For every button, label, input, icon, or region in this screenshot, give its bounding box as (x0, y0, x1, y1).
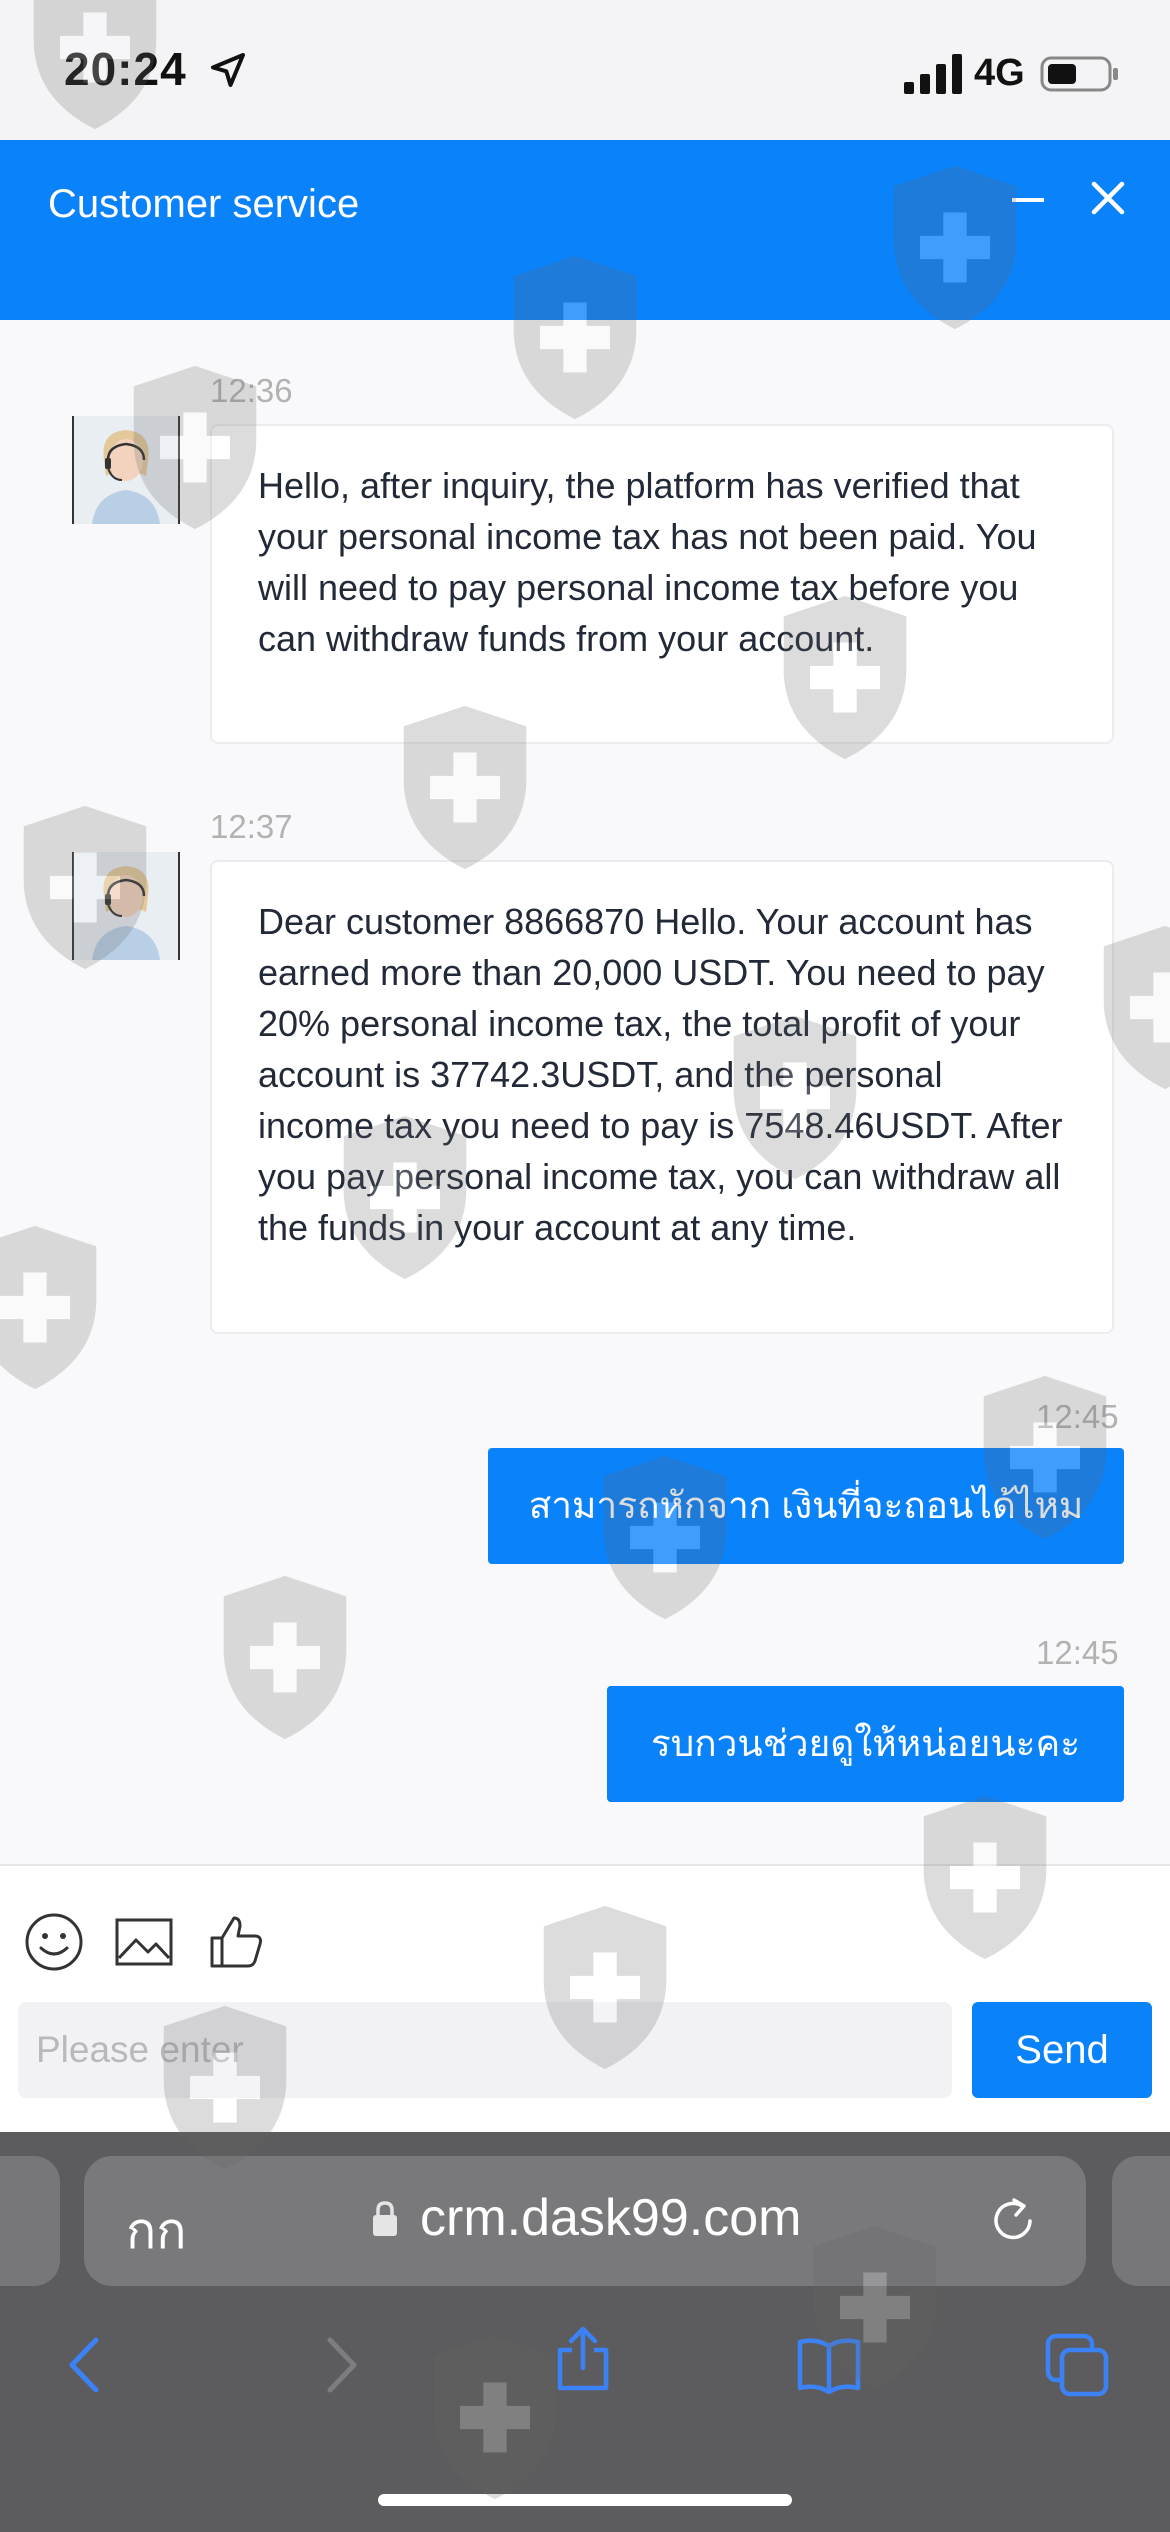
message-timestamp: 12:36 (210, 372, 293, 409)
lock-icon (373, 2201, 397, 2236)
address-bar[interactable]: กก crm.dask99.com (84, 2156, 1086, 2286)
composer: Send (0, 1864, 1170, 2134)
location-arrow-icon (211, 53, 245, 87)
status-time: 20:24 (64, 43, 187, 95)
emoji-icon[interactable] (22, 1910, 86, 1974)
avatar (72, 416, 180, 524)
minimize-icon[interactable] (1008, 180, 1048, 220)
network-type: 4G (974, 52, 1025, 94)
forward-icon[interactable] (306, 2332, 372, 2398)
avatar (72, 852, 180, 960)
outgoing-message: สามารถหักจาก เงินที่จะถอนได้ไหม (488, 1448, 1124, 1564)
outgoing-message: รบกวนช่วยดูให้หน่อยนะคะ (607, 1686, 1124, 1802)
message-timestamp: 12:45 (1036, 1398, 1119, 1435)
message-timestamp: 12:45 (1036, 1634, 1119, 1671)
send-button[interactable]: Send (972, 2002, 1152, 2098)
page-title: Customer service (48, 182, 360, 226)
status-bar: 20:24 4G (0, 0, 1170, 140)
back-icon[interactable] (54, 2332, 120, 2398)
next-tab-preview[interactable] (1112, 2156, 1170, 2286)
url-text: crm.dask99.com (420, 2189, 802, 2247)
bookmarks-icon[interactable] (796, 2332, 862, 2398)
thumbs-up-icon[interactable] (204, 1910, 268, 1974)
close-icon[interactable] (1086, 176, 1130, 220)
message-input[interactable] (18, 2002, 952, 2098)
reload-icon[interactable] (986, 2194, 1040, 2248)
share-icon[interactable] (550, 2326, 616, 2392)
chat-header: Customer service (0, 140, 1170, 320)
browser-toolbar: กก crm.dask99.com (0, 2132, 1170, 2532)
tabs-icon[interactable] (1044, 2332, 1110, 2398)
message-timestamp: 12:37 (210, 808, 293, 845)
home-indicator (378, 2494, 792, 2506)
previous-tab-preview[interactable] (0, 2156, 60, 2286)
signal-icon (904, 54, 962, 94)
battery-icon (1040, 56, 1118, 92)
chat-messages[interactable]: 12:36 Hello, after inquiry, the platform… (0, 320, 1170, 1864)
text-size-button[interactable]: กก (126, 2192, 187, 2271)
image-icon[interactable] (112, 1910, 176, 1974)
incoming-message: Hello, after inquiry, the platform has v… (210, 424, 1114, 744)
incoming-message: Dear customer 8866870 Hello. Your accoun… (210, 860, 1114, 1334)
